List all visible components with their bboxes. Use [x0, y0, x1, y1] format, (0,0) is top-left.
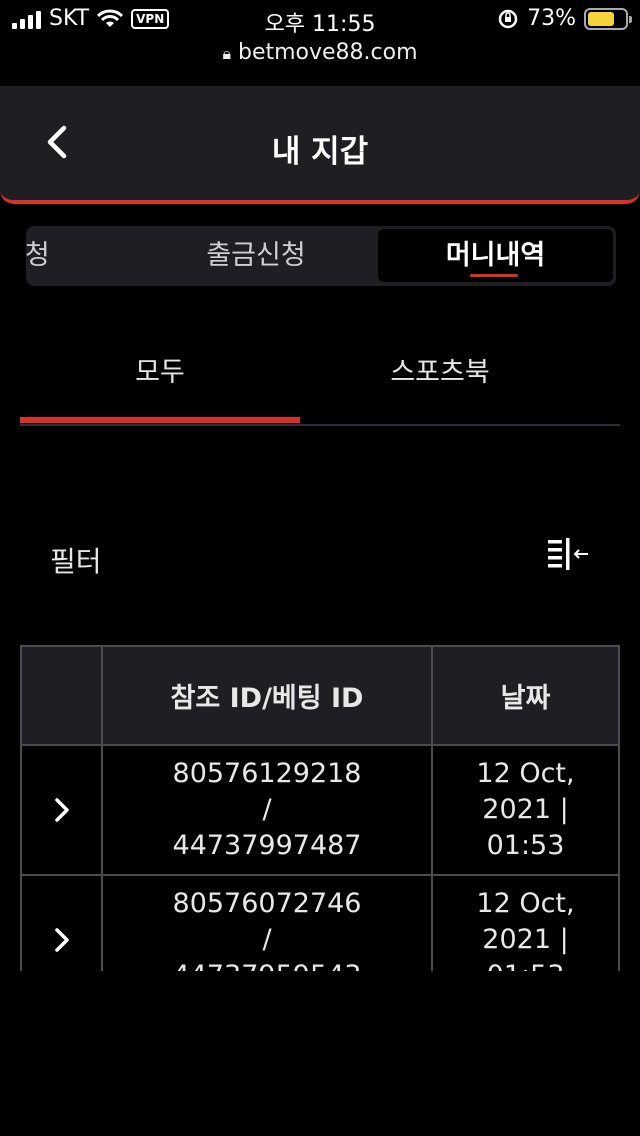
battery-icon [584, 7, 632, 30]
subtab-all[interactable]: 모두 [20, 350, 300, 389]
table-row[interactable]: 80576129218 / 44737997487 12 Oct, 2021 |… [20, 746, 620, 876]
wallet-tab-bar: 신청 출금신청 머니내역 [26, 226, 616, 286]
subtab-sportsbook[interactable]: 스포츠북 [300, 350, 580, 389]
table-header-row: 참조 ID/베팅 ID 날짜 [20, 645, 620, 746]
lock-icon: 🔒︎ [222, 44, 231, 63]
ids-cell: 80576072746 / 44737959543 [101, 876, 431, 971]
orientation-lock-icon [498, 9, 518, 28]
subtab-active-indicator [20, 417, 300, 423]
ids-value: 80576072746 / 44737959543 [172, 888, 362, 971]
date-cell: 12 Oct, 2021 | 01:53 [431, 876, 620, 971]
column-header-expand [20, 647, 101, 744]
column-header-date: 날짜 [431, 647, 620, 744]
status-bar: SKT VPN 오후 11:55 73% 🔒︎ betmove88.com [0, 0, 640, 65]
tab-money-history-label: 머니내역 [445, 240, 546, 271]
url-text: betmove88.com [237, 40, 418, 65]
active-tab-indicator [470, 274, 518, 277]
expand-cell[interactable] [20, 876, 101, 971]
page-title: 내 지갑 [271, 134, 369, 170]
battery-percent: 73% [527, 6, 576, 31]
chevron-right-icon[interactable] [51, 926, 73, 954]
filter-label: 필터 [50, 545, 102, 578]
tab-money-history[interactable]: 머니내역 [378, 229, 613, 282]
ids-value: 80576129218 / 44737997487 [172, 758, 362, 861]
date-value: 12 Oct, 2021 | 01:53 [476, 758, 575, 861]
subtab-divider [20, 424, 620, 426]
column-header-ids: 참조 ID/베팅 ID [101, 647, 431, 744]
chevron-right-icon[interactable] [51, 796, 73, 824]
status-right: 73% [497, 6, 632, 31]
expand-cell[interactable] [20, 746, 101, 874]
filter-toggle-icon[interactable] [546, 536, 590, 572]
date-cell: 12 Oct, 2021 | 01:53 [431, 746, 620, 874]
address-bar[interactable]: 🔒︎ betmove88.com [0, 40, 640, 65]
battery-fill [588, 11, 615, 26]
table-row[interactable]: 80576072746 / 44737959543 12 Oct, 2021 |… [20, 876, 620, 971]
page-header: 내 지갑 [0, 86, 640, 204]
ids-cell: 80576129218 / 44737997487 [101, 746, 431, 874]
date-value: 12 Oct, 2021 | 01:53 [476, 888, 575, 971]
tab-deposit-request[interactable]: 신청 [26, 226, 130, 286]
history-table: 참조 ID/베팅 ID 날짜 80576129218 / 44737997487… [20, 645, 620, 971]
tab-withdraw-request[interactable]: 출금신청 [161, 226, 351, 286]
